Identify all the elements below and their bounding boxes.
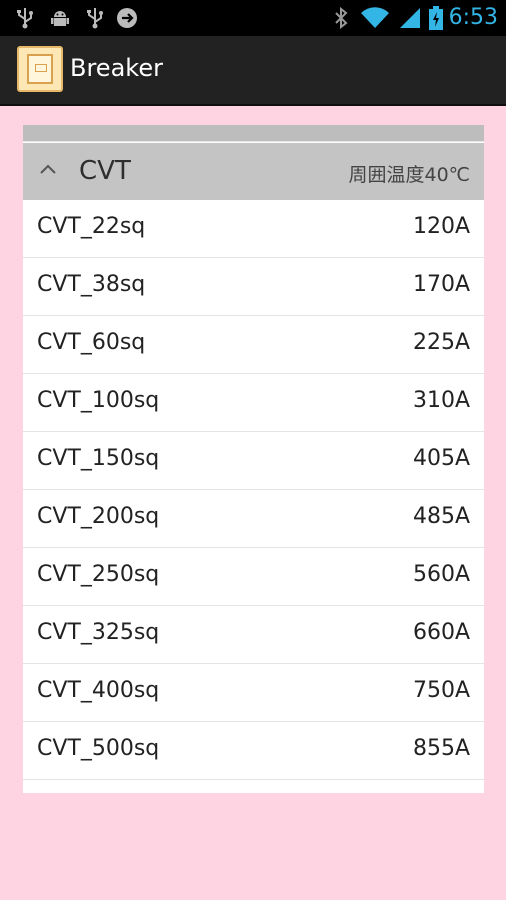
chevron-up-icon [39,161,57,175]
list-item[interactable]: CVT_38sq 170A [23,258,484,316]
current-rating: 225A [412,330,470,355]
current-rating: 750A [412,678,470,703]
cable-name: CVT_500sq [37,736,160,761]
app-title: Breaker [70,54,163,82]
breaker-app-icon[interactable] [17,46,63,92]
cable-name: CVT_22sq [37,214,146,239]
list-item[interactable]: CVT_500sq 855A [23,722,484,780]
list-item[interactable]: CVT_150sq 405A [23,432,484,490]
usb-icon [14,6,36,30]
current-rating: 660A [412,620,470,645]
cable-name: CVT_400sq [37,678,160,703]
current-rating: 405A [412,446,470,471]
ambient-temperature: 周囲温度40℃ [348,164,470,186]
usb-icon [84,6,106,30]
list-item[interactable]: CVT_200sq 485A [23,490,484,548]
action-bar: Breaker [0,36,506,106]
current-rating: 485A [412,504,470,529]
breaker-list-panel: CVT 周囲温度40℃ CVT_22sq 120A CVT_38sq 170A … [23,125,484,793]
cable-name: CVT_150sq [37,446,160,471]
signal-icon [398,6,422,30]
list-item[interactable]: CVT_250sq 560A [23,548,484,606]
group-title: CVT [79,156,131,186]
list-item[interactable]: CVT_325sq 660A [23,606,484,664]
cable-name: CVT_200sq [37,504,160,529]
wifi-icon [360,6,390,30]
cable-name: CVT_325sq [37,620,160,645]
current-rating: 170A [412,272,470,297]
cable-name: CVT_250sq [37,562,160,587]
status-time: 6:53 [448,5,498,30]
current-rating: 120A [412,214,470,239]
group-header-cvt[interactable]: CVT 周囲温度40℃ [23,143,484,200]
cable-name: CVT_60sq [37,330,146,355]
list-item[interactable]: CVT_400sq 750A [23,664,484,722]
panel-divider [23,125,484,142]
headset-icon [114,6,140,30]
current-rating: 855A [412,736,470,761]
bluetooth-icon [332,6,350,30]
android-debug-icon [48,6,72,30]
cable-name: CVT_38sq [37,272,146,297]
cable-list: CVT_22sq 120A CVT_38sq 170A CVT_60sq 225… [23,200,484,780]
list-item[interactable]: CVT_60sq 225A [23,316,484,374]
status-bar: 6:53 [0,0,506,36]
current-rating: 560A [412,562,470,587]
list-item[interactable]: CVT_100sq 310A [23,374,484,432]
list-item[interactable]: CVT_22sq 120A [23,200,484,258]
battery-icon [428,6,444,30]
current-rating: 310A [412,388,470,413]
cable-name: CVT_100sq [37,388,160,413]
